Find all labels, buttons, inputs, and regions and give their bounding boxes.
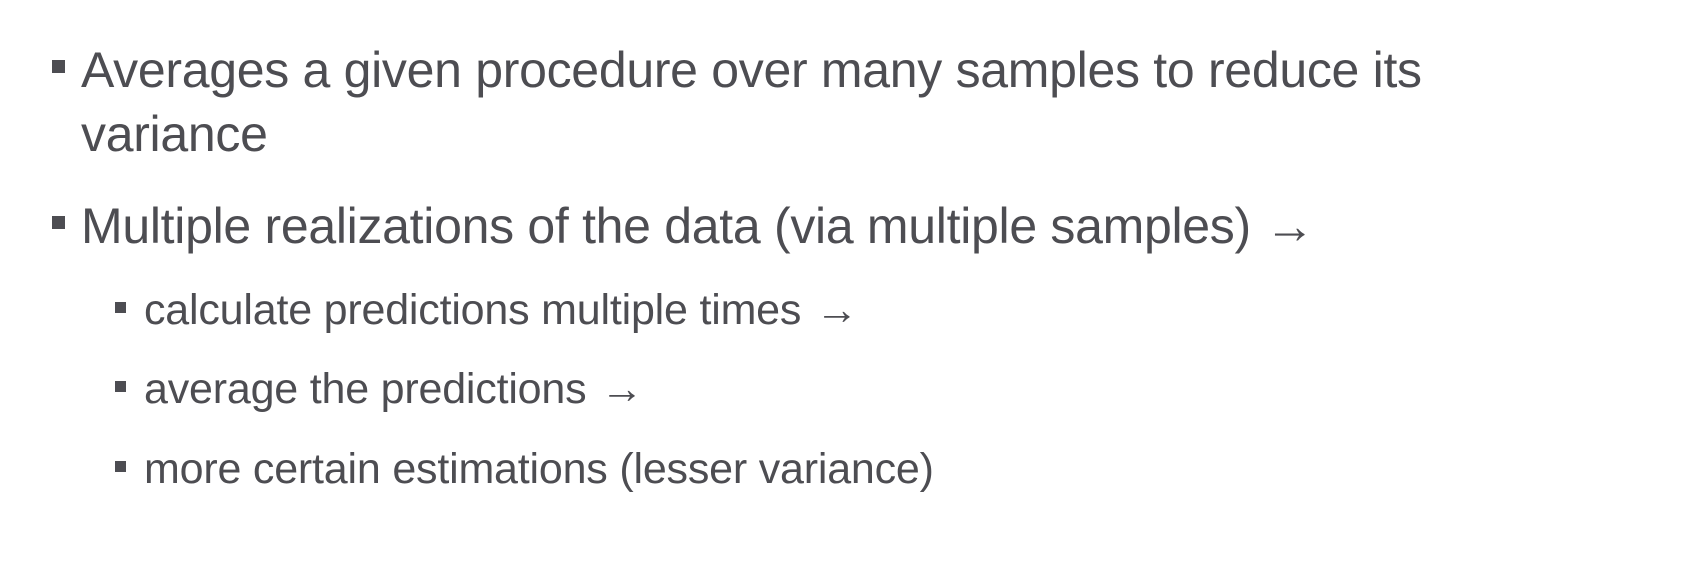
bullet-item-averages: Averages a given procedure over many sam… — [52, 38, 1692, 166]
bullet-text: Averages a given procedure over many sam… — [81, 42, 1422, 162]
square-bullet-icon — [115, 381, 126, 392]
sub-bullet-text: more certain estimations (lesser varianc… — [144, 445, 934, 493]
sub-bullet-item-average: average the predictions → — [115, 363, 1675, 415]
sub-bullet-text: average the predictions → — [144, 363, 643, 415]
square-bullet-icon — [115, 461, 126, 472]
sub-bullet-text-content: average the predictions — [144, 365, 587, 413]
bullet-text: Multiple realizations of the data (via m… — [81, 194, 1315, 258]
square-bullet-icon — [52, 60, 65, 73]
square-bullet-icon — [115, 302, 126, 313]
slide-content: Averages a given procedure over many sam… — [0, 0, 1702, 574]
right-arrow-icon: → — [815, 286, 859, 334]
right-arrow-icon: → — [600, 365, 644, 413]
sub-bullet-text-content: calculate predictions multiple times — [144, 286, 802, 334]
sub-bullet-text: calculate predictions multiple times → — [144, 284, 858, 336]
square-bullet-icon — [52, 216, 65, 229]
sub-bullet-item-calculate: calculate predictions multiple times → — [115, 284, 1675, 336]
right-arrow-icon: → — [1264, 198, 1315, 254]
bullet-text-content: Multiple realizations of the data (via m… — [81, 198, 1251, 254]
sub-bullet-item-more-certain: more certain estimations (lesser varianc… — [115, 443, 1675, 495]
bullet-item-multiple-realizations: Multiple realizations of the data (via m… — [52, 194, 1692, 258]
